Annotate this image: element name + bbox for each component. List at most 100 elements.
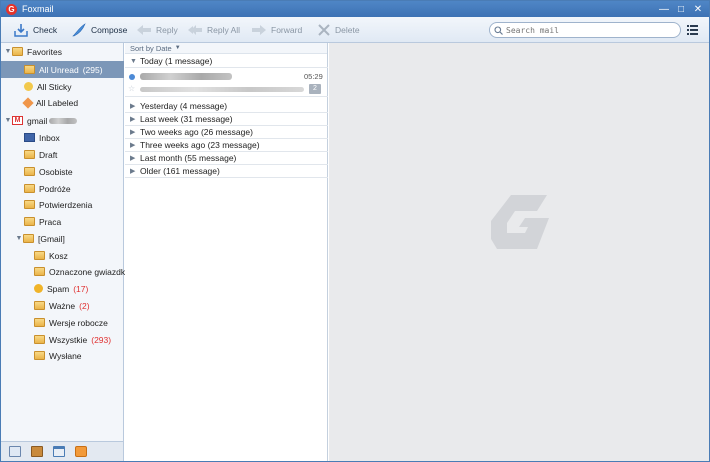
folder-label: Kosz — [49, 250, 68, 261]
foxmail-window: G Foxmail — □ ✕ Check Compose Reply Repl… — [0, 0, 710, 462]
group-yesterday[interactable]: ▶ Yesterday (4 message) — [125, 100, 328, 113]
folder-icon — [24, 200, 35, 209]
folder-label: Potwierdzenia — [39, 199, 93, 210]
group-label: Two weeks ago (26 message) — [140, 127, 253, 137]
wszystkie-count: (293) — [91, 334, 112, 345]
chevron-down-icon: ▼ — [174, 45, 181, 51]
sidebar-item-osobiste[interactable]: Osobiste — [1, 163, 124, 180]
folder-icon — [34, 335, 45, 344]
sidebar-account-gmail[interactable]: ▼ M gmail — [1, 112, 124, 129]
foxmail-watermark-icon — [491, 195, 549, 249]
sidebar-item-gmail-group[interactable]: ▼ [Gmail] — [1, 230, 124, 247]
compose-button[interactable]: Compose — [71, 21, 127, 39]
check-label: Check — [33, 25, 58, 35]
forward-arrow-icon — [252, 25, 266, 35]
collapsed-arrow-icon: ▶ — [130, 129, 136, 136]
favorites-folder-icon — [12, 47, 23, 56]
sidebar-item-draft[interactable]: Draft — [1, 146, 124, 163]
group-last-week[interactable]: ▶ Last week (31 message) — [125, 113, 328, 126]
collapse-arrow-icon[interactable]: ▼ — [4, 48, 12, 55]
sidebar-item-oznaczone[interactable]: Oznaczone gwiazdką — [1, 263, 130, 280]
sidebar-favorites[interactable]: ▼ Favorites — [1, 43, 124, 60]
sidebar-item-praca[interactable]: Praca — [1, 213, 124, 230]
forward-button[interactable]: Forward — [251, 21, 302, 39]
spam-icon — [34, 284, 43, 293]
app-title: Foxmail — [22, 4, 54, 14]
folder-icon — [24, 184, 35, 193]
minimize-button[interactable]: — — [657, 2, 671, 16]
rss-feed-icon[interactable] — [75, 446, 87, 457]
delete-x-icon — [318, 24, 330, 36]
title-bar: G Foxmail — □ ✕ — [1, 1, 709, 17]
mail-view-icon[interactable] — [9, 446, 21, 457]
inbox-label: Inbox — [39, 132, 60, 143]
all-unread-icon — [24, 65, 35, 74]
maximize-button[interactable]: □ — [674, 2, 688, 16]
delete-label: Delete — [335, 25, 360, 35]
group-three-weeks-ago[interactable]: ▶ Three weeks ago (23 message) — [125, 139, 328, 152]
collapsed-arrow-icon: ▶ — [130, 103, 136, 110]
sidebar-item-inbox[interactable]: Inbox — [1, 129, 124, 146]
folder-label: Praca — [39, 216, 62, 227]
contacts-icon[interactable] — [31, 446, 43, 457]
label-tag-icon — [22, 96, 34, 109]
check-button[interactable]: Check — [13, 21, 57, 39]
toolbar: Check Compose Reply Reply All Forward De… — [1, 17, 709, 43]
compose-label: Compose — [91, 25, 128, 35]
group-two-weeks-ago[interactable]: ▶ Two weeks ago (26 message) — [125, 126, 328, 139]
folder-label: Osobiste — [39, 166, 73, 177]
folder-icon — [34, 318, 45, 327]
group-today[interactable]: ▼ Today (1 message) — [125, 55, 328, 68]
sidebar-item-all-labeled[interactable]: All Labeled — [1, 94, 124, 111]
collapsed-arrow-icon: ▶ — [130, 168, 136, 175]
group-older[interactable]: ▶ Older (161 message) — [125, 165, 328, 178]
sidebar-item-wersje-robocze[interactable]: Wersje robocze — [1, 314, 124, 331]
sidebar-item-wyslane[interactable]: Wysłane — [1, 347, 124, 364]
sidebar-item-kosz[interactable]: Kosz — [1, 247, 124, 264]
sidebar-item-spam[interactable]: Spam (17) — [1, 280, 124, 297]
sidebar-item-podroze[interactable]: Podróże — [1, 180, 124, 197]
group-last-month[interactable]: ▶ Last month (55 message) — [125, 152, 328, 165]
account-label: gmail — [27, 115, 48, 126]
delete-button[interactable]: Delete — [317, 21, 360, 39]
inbox-icon — [24, 133, 35, 142]
sidebar-item-all-unread[interactable]: All Unread (295) — [1, 61, 124, 78]
sort-by-date-button[interactable]: Sort by Date ▼ — [125, 43, 327, 54]
reply-button[interactable]: Reply — [136, 21, 178, 39]
group-label: Three weeks ago (23 message) — [140, 140, 260, 150]
folder-label: Podróże — [39, 183, 71, 194]
message-item[interactable]: 05:29 ☆ 2 — [125, 69, 328, 97]
expanded-arrow-icon: ▼ — [130, 57, 137, 65]
folder-icon — [23, 234, 34, 243]
reply-all-arrow-icon — [188, 25, 202, 35]
group-label: Last month (55 message) — [140, 153, 237, 163]
collapse-arrow-icon[interactable]: ▼ — [15, 235, 23, 242]
folder-label: Spam — [47, 283, 70, 294]
sender-redacted — [140, 73, 232, 80]
reply-arrow-icon — [137, 25, 151, 35]
group-label: Last week (31 message) — [140, 114, 233, 124]
sidebar-item-wazne[interactable]: Ważne (2) — [1, 297, 124, 314]
calendar-icon[interactable] — [53, 446, 65, 457]
collapse-arrow-icon[interactable]: ▼ — [4, 117, 12, 124]
search-box[interactable] — [489, 22, 681, 38]
subject-redacted — [140, 87, 304, 92]
sidebar-item-potwierdzenia[interactable]: Potwierdzenia — [1, 196, 124, 213]
star-icon[interactable]: ☆ — [128, 84, 135, 93]
search-input[interactable] — [506, 25, 676, 35]
close-button[interactable]: ✕ — [691, 2, 705, 16]
folder-label: Wysłane — [49, 350, 82, 361]
menu-list-icon[interactable] — [687, 25, 698, 35]
check-mail-icon — [14, 24, 28, 37]
account-name-redacted — [49, 117, 78, 124]
all-unread-label: All Unread — [39, 64, 79, 75]
collapsed-arrow-icon: ▶ — [130, 116, 136, 123]
sidebar-item-wszystkie[interactable]: Wszystkie (293) — [1, 331, 124, 348]
group-label: Today (1 message) — [140, 56, 213, 66]
reply-all-button[interactable]: Reply All — [187, 21, 240, 39]
folder-sidebar: ▼ Favorites All Unread (295) All Sticky … — [1, 43, 130, 441]
group-label: Yesterday (4 message) — [140, 101, 228, 111]
sidebar-item-all-sticky[interactable]: All Sticky — [1, 78, 124, 95]
sort-label: Sort by Date — [130, 43, 172, 53]
collapsed-arrow-icon: ▶ — [130, 142, 136, 149]
